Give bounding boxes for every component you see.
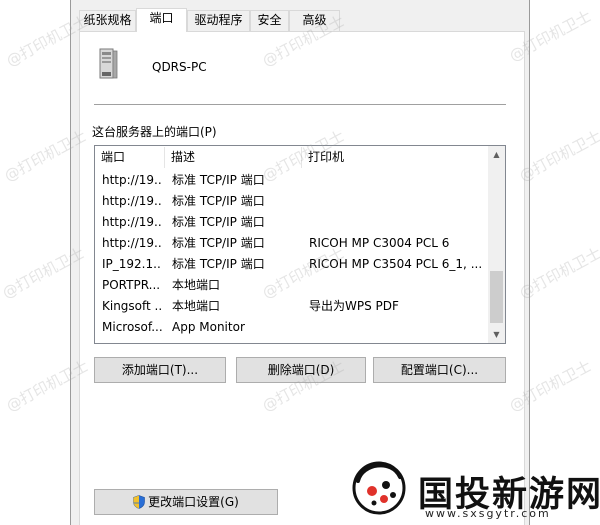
ports-list[interactable]: 端口 描述 打印机 http://19... 标准 TCP/IP 端口 http:/…	[94, 145, 506, 344]
cell-description: 标准 TCP/IP 端口	[172, 215, 265, 229]
separator	[94, 104, 506, 105]
cell-description: 标准 TCP/IP 端口	[172, 173, 265, 187]
cell-printer: RICOH MP C3504 PCL 6_1, ...	[309, 257, 483, 271]
background-right	[530, 0, 600, 525]
cell-printer	[309, 317, 486, 338]
cell-port: PORTPR...	[102, 278, 161, 292]
scroll-thumb[interactable]	[490, 271, 503, 323]
ports-list-header: 端口 描述 打印机	[95, 146, 488, 169]
cell-port: http://19...	[102, 236, 162, 250]
dialog-border-left	[70, 0, 71, 525]
table-row[interactable]: Kingsoft ... 本地端口 导出为WPS PDF	[95, 296, 488, 317]
tab-ports[interactable]: 端口	[136, 8, 187, 32]
cell-description: 标准 TCP/IP 端口	[172, 194, 265, 208]
dialog-border-right	[529, 0, 530, 525]
cell-port: Kingsoft ...	[102, 299, 162, 313]
column-header-printer[interactable]: 打印机	[302, 146, 488, 169]
configure-port-button[interactable]: 配置端口(C)...	[373, 357, 506, 383]
tab-advanced[interactable]: 高级	[289, 10, 340, 31]
column-header-description[interactable]: 描述	[165, 146, 302, 169]
cell-printer: RICOH MP C3004 PCL 6	[309, 236, 450, 250]
cell-description: App Monitor	[172, 320, 245, 334]
server-name: QDRS-PC	[152, 60, 207, 74]
background-left	[0, 0, 70, 525]
cell-description: 标准 TCP/IP 端口	[172, 236, 265, 250]
brand-url: www.sxsgytr.com	[425, 507, 551, 520]
uac-shield-icon	[133, 494, 145, 509]
column-header-port[interactable]: 端口	[95, 146, 165, 169]
change-port-settings-button[interactable]: 更改端口设置(G)	[94, 489, 278, 515]
table-row[interactable]: http://19... 标准 TCP/IP 端口 RICOH MP C3004 P…	[95, 233, 488, 254]
cell-printer	[309, 191, 486, 212]
scroll-down-icon[interactable]: ▼	[488, 326, 505, 343]
tab-security[interactable]: 安全	[250, 10, 289, 31]
cell-port: Microsof...	[102, 320, 162, 334]
scroll-up-icon[interactable]: ▲	[488, 146, 505, 163]
cell-port: http://19...	[102, 215, 162, 229]
table-row[interactable]: Microsof... App Monitor	[95, 317, 488, 338]
table-row[interactable]: http://19... 标准 TCP/IP 端口	[95, 170, 488, 191]
change-port-settings-label: 更改端口设置(G)	[148, 495, 239, 509]
cell-printer	[309, 275, 486, 296]
brand-logo	[352, 461, 406, 515]
cell-printer	[309, 212, 486, 233]
delete-port-button[interactable]: 删除端口(D)	[236, 357, 366, 383]
cell-printer: 导出为WPS PDF	[309, 299, 399, 313]
vertical-scrollbar[interactable]: ▲ ▼	[488, 146, 505, 343]
table-row[interactable]: PORTPR... 本地端口	[95, 275, 488, 296]
tab-drivers[interactable]: 驱动程序	[187, 10, 250, 31]
table-row[interactable]: IP_192.1... 标准 TCP/IP 端口 RICOH MP C3504 PC…	[95, 254, 488, 275]
tab-paper-size[interactable]: 纸张规格	[79, 10, 136, 31]
table-row[interactable]: http://19... 标准 TCP/IP 端口	[95, 191, 488, 212]
cell-printer	[309, 170, 486, 191]
ports-list-label: 这台服务器上的端口(P)	[92, 125, 217, 139]
cell-description: 本地端口	[172, 299, 221, 313]
table-row[interactable]: http://19... 标准 TCP/IP 端口	[95, 212, 488, 233]
cell-port: IP_192.1...	[102, 257, 162, 271]
add-port-button[interactable]: 添加端口(T)...	[94, 357, 226, 383]
cell-description: 本地端口	[172, 278, 221, 292]
cell-port: http://19...	[102, 194, 162, 208]
cell-port: http://19...	[102, 173, 162, 187]
server-tower-icon	[99, 48, 118, 79]
cell-description: 标准 TCP/IP 端口	[172, 257, 265, 271]
